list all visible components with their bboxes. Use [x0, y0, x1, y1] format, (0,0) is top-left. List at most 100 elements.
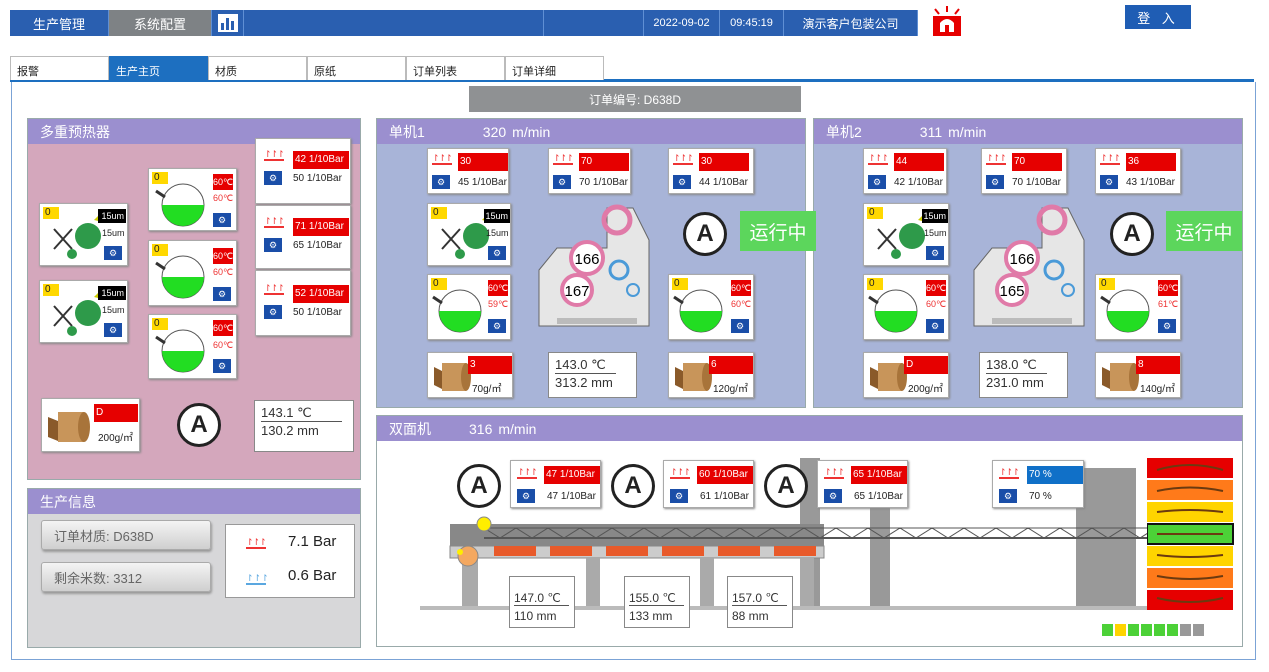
unit2-roll-card-2[interactable]: 8 140g/㎡	[1095, 352, 1181, 398]
zone-length: 88 mm	[732, 609, 769, 623]
heater-icon: ↾↾↾	[1100, 153, 1121, 165]
zone-temp: 157.0 ℃	[732, 591, 787, 606]
roll-weight: 200g/㎡	[908, 384, 944, 395]
signal-lights	[1102, 624, 1204, 636]
splicer-icon	[877, 214, 926, 259]
unit1-auto-icon[interactable]: A	[683, 212, 727, 256]
splicer-icon	[53, 214, 102, 259]
unit2-speed-unit: m/min	[948, 123, 987, 140]
tab-base-paper[interactable]: 原纸	[307, 56, 406, 80]
unit2-pressure-card-3[interactable]: ↾↾↾ 36 1/10Bar ⚙ 43 1/10Bar	[1095, 148, 1181, 194]
zone-readout-3: 157.0 ℃ 88 mm	[727, 576, 793, 628]
paper-roll-icon	[675, 363, 712, 391]
zone-readout-2: 155.0 ℃ 133 mm	[624, 576, 690, 628]
unit1-pressure-card-2[interactable]: ↾↾↾ 70 1/10Bar ⚙ 70 1/10Bar	[548, 148, 631, 194]
preheater-pressure-card-3[interactable]: ↾↾↾ 52 1/10Bar ⚙ 50 1/10Bar	[255, 270, 351, 336]
double-pressure-card-2[interactable]: ↾↾↾ 60 1/10Bar ⚙ 61 1/10Bar	[663, 460, 754, 508]
splicer-bottom: 15um	[486, 228, 509, 238]
zone-length: 133 mm	[629, 609, 673, 623]
unit1-speed: 320	[482, 123, 507, 140]
double-auto-icon-1[interactable]: A	[457, 464, 501, 508]
tab-order-detail[interactable]: 订单详细	[505, 56, 604, 80]
glue-tank-card-1[interactable]: 0 60℃ 60℃ ⚙	[148, 168, 237, 231]
tank-set-temp: 60℃	[1158, 280, 1178, 296]
menu-production[interactable]: 生产管理	[10, 10, 109, 36]
login-button[interactable]: 登 入	[1125, 5, 1191, 29]
pressure-top: 44 1/10Bar	[894, 153, 944, 185]
readout-temp: 143.0 ℃	[555, 357, 616, 374]
gear-icon: ⚙	[517, 489, 535, 503]
alarm-light-icon[interactable]	[930, 6, 964, 36]
unit1-pressure-card-3[interactable]: ↾↾↾ 30 1/10Bar ⚙ 44 1/10Bar	[668, 148, 754, 194]
unit2-tank-card-1[interactable]: 0 60℃ 60℃ ⚙	[863, 274, 949, 340]
preheater-pressure-card-2[interactable]: ↾↾↾ 71 1/10Bar ⚙ 65 1/10Bar	[255, 205, 351, 269]
date-display: 2022-09-02	[644, 10, 720, 36]
pressure-top: 47 1/10Bar	[544, 466, 600, 484]
readout-length: 313.2 mm	[555, 375, 613, 390]
heater-icon: ↾↾↾	[986, 153, 1007, 165]
zone-readout-1: 147.0 ℃ 110 mm	[509, 576, 575, 628]
pressure-top: 71 1/10Bar	[293, 218, 349, 236]
unit1-running-status: 运行中	[740, 211, 816, 251]
roll-weight: 140g/㎡	[1140, 384, 1176, 395]
glue-tank-card-2[interactable]: 0 60℃ 60℃ ⚙	[148, 240, 237, 306]
heater-icon: ↾↾↾	[553, 153, 574, 165]
unit1-tank-card-2[interactable]: 0 60℃ 60℃ ⚙	[668, 274, 754, 340]
gear-icon: ⚙	[986, 175, 1004, 189]
splicer-bottom: 15um	[924, 228, 947, 238]
unit2-tank-card-2[interactable]: 0 60℃ 61℃ ⚙	[1095, 274, 1181, 340]
unit2-readout: 138.0 ℃ 231.0 mm	[979, 352, 1068, 398]
double-percent-card[interactable]: ↾↾↾ 70 % ⚙ 70 %	[992, 460, 1084, 508]
unit1-roll-card-2[interactable]: 6 120g/㎡	[668, 352, 754, 398]
glue-tank-card-3[interactable]: 0 60℃ 60℃ ⚙	[148, 314, 237, 379]
preheater-pressure-card-1[interactable]: ↾↾↾ 42 1/10Bar ⚙ 50 1/10Bar	[255, 138, 351, 204]
chart-icon[interactable]	[212, 10, 244, 36]
tab-production-home[interactable]: 生产主页	[109, 56, 208, 80]
pressure-top: 60 1/10Bar	[697, 466, 753, 484]
pressure-bottom: 50 1/10Bar	[293, 307, 342, 318]
glue-tank-icon	[155, 329, 205, 373]
tab-order-list[interactable]: 订单列表	[406, 56, 505, 80]
unit1-splicer-card[interactable]: 0 15um 15um ⚙	[427, 203, 511, 266]
glue-tank-icon	[155, 255, 205, 299]
unit2-speed: 311	[919, 123, 943, 140]
gear-icon: ⚙	[264, 171, 282, 185]
tank-actual-temp: 60℃	[213, 193, 234, 203]
unit2-splicer-card[interactable]: 0 15um 15um ⚙	[863, 203, 949, 266]
pressure-top: 70 1/10Bar	[1012, 153, 1062, 185]
unit2-title: 单机2	[826, 123, 862, 140]
glue-tank-icon	[155, 183, 205, 227]
unit2-roll-card-1[interactable]: D 200g/㎡	[863, 352, 949, 398]
splicer-card-1[interactable]: 0 15um 15um ⚙	[39, 203, 128, 266]
menu-system-config[interactable]: 系统配置	[109, 10, 212, 36]
double-pressure-card-1[interactable]: ↾↾↾ 47 1/10Bar ⚙ 47 1/10Bar	[510, 460, 601, 508]
glue-tank-icon	[1100, 289, 1150, 333]
unit2-auto-icon[interactable]: A	[1110, 212, 1154, 256]
tab-alarm[interactable]: 报警	[10, 56, 109, 80]
unit2-header: 单机2 311 m/min	[814, 119, 1242, 144]
unit1-pressure-card-1[interactable]: ↾↾↾ 30 1/10Bar ⚙ 45 1/10Bar	[427, 148, 509, 194]
auto-mode-icon[interactable]: A	[177, 403, 221, 447]
heater-icon: ↾↾↾	[264, 216, 285, 228]
tank-set-temp: 60℃	[731, 280, 751, 296]
single-facer-machine-icon: 166 165	[973, 204, 1085, 327]
pressure-top: 36 1/10Bar	[1126, 153, 1176, 185]
unit1-tank-card-1[interactable]: 0 60℃ 59℃ ⚙	[427, 274, 511, 340]
glue-tank-icon	[432, 289, 482, 333]
order-material-label: 订单材质: D638D	[41, 520, 211, 550]
unit1-roll-card-1[interactable]: 3 70g/㎡	[427, 352, 513, 398]
double-auto-icon-2[interactable]: A	[611, 464, 655, 508]
heater-icon: ↾↾↾	[432, 153, 453, 165]
unit2-pressure-card-1[interactable]: ↾↾↾ 44 1/10Bar ⚙ 42 1/10Bar	[863, 148, 947, 194]
tank-actual-temp: 61℃	[1158, 299, 1179, 309]
topbar-spacer-2	[544, 10, 644, 36]
cooling-icon: ↾↾↾	[246, 573, 269, 585]
splicer-card-2[interactable]: 0 15um 15um ⚙	[39, 280, 128, 343]
double-pressure-card-3[interactable]: ↾↾↾ 65 1/10Bar ⚙ 65 1/10Bar	[817, 460, 908, 508]
unit2-pressure-card-2[interactable]: ↾↾↾ 70 1/10Bar ⚙ 70 1/10Bar	[981, 148, 1067, 194]
paper-roll-card[interactable]: D 200g/㎡	[41, 398, 140, 452]
double-auto-icon-3[interactable]: A	[764, 464, 808, 508]
tank-actual-temp: 60℃	[213, 340, 234, 350]
zone-temp: 155.0 ℃	[629, 591, 684, 606]
tab-material[interactable]: 材质	[208, 56, 307, 80]
